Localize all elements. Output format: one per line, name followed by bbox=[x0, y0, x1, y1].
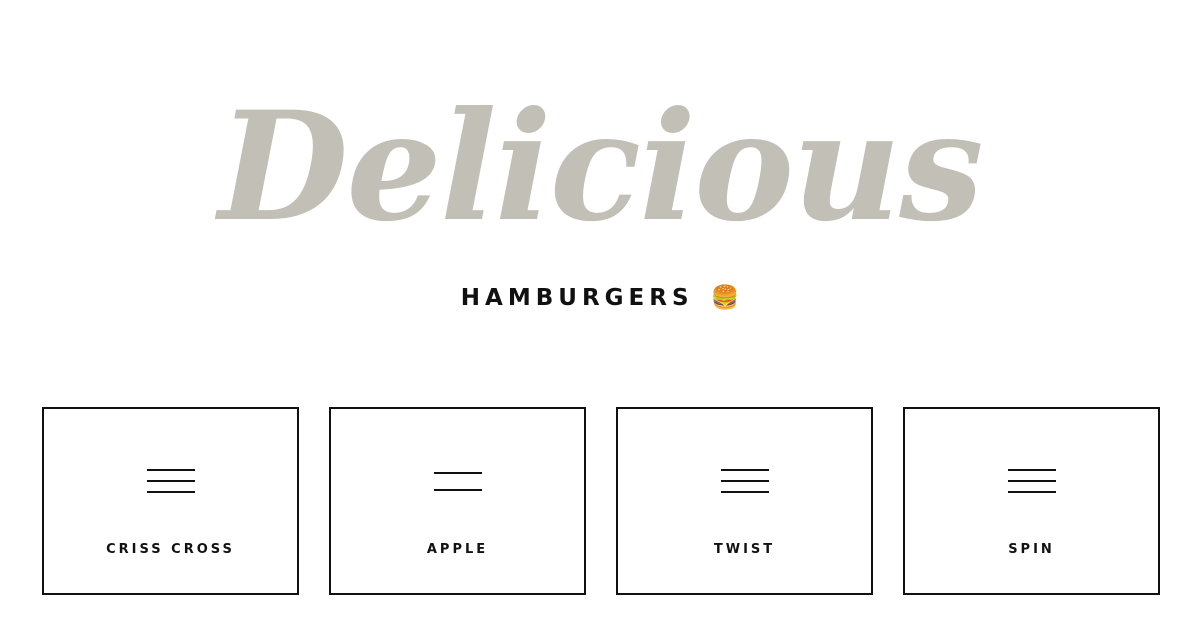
card-label: SPIN bbox=[1008, 542, 1055, 557]
card-label: APPLE bbox=[426, 542, 489, 557]
card-twist[interactable]: TWIST bbox=[616, 407, 873, 595]
subtitle-text: HAMBURGERS bbox=[460, 285, 694, 311]
card-criss-cross[interactable]: CRISS CROSS bbox=[42, 407, 299, 595]
hamburger-two-lines-icon[interactable] bbox=[433, 467, 482, 497]
burger-emoji-icon: 🍔 bbox=[710, 285, 740, 311]
hamburger-three-lines-icon[interactable] bbox=[146, 467, 195, 497]
page-title: Delicious bbox=[218, 79, 983, 255]
card-label: CRISS CROSS bbox=[106, 542, 235, 557]
hamburger-three-lines-icon[interactable] bbox=[1007, 467, 1056, 497]
card-spin[interactable]: SPIN bbox=[903, 407, 1160, 595]
hamburger-three-lines-icon[interactable] bbox=[720, 467, 769, 497]
page: Delicious HAMBURGERS 🍔 CRISS CROSS APPLE… bbox=[0, 0, 1200, 630]
page-subtitle: HAMBURGERS 🍔 bbox=[0, 282, 1200, 314]
card-label: TWIST bbox=[713, 542, 776, 557]
card-apple[interactable]: APPLE bbox=[329, 407, 586, 595]
